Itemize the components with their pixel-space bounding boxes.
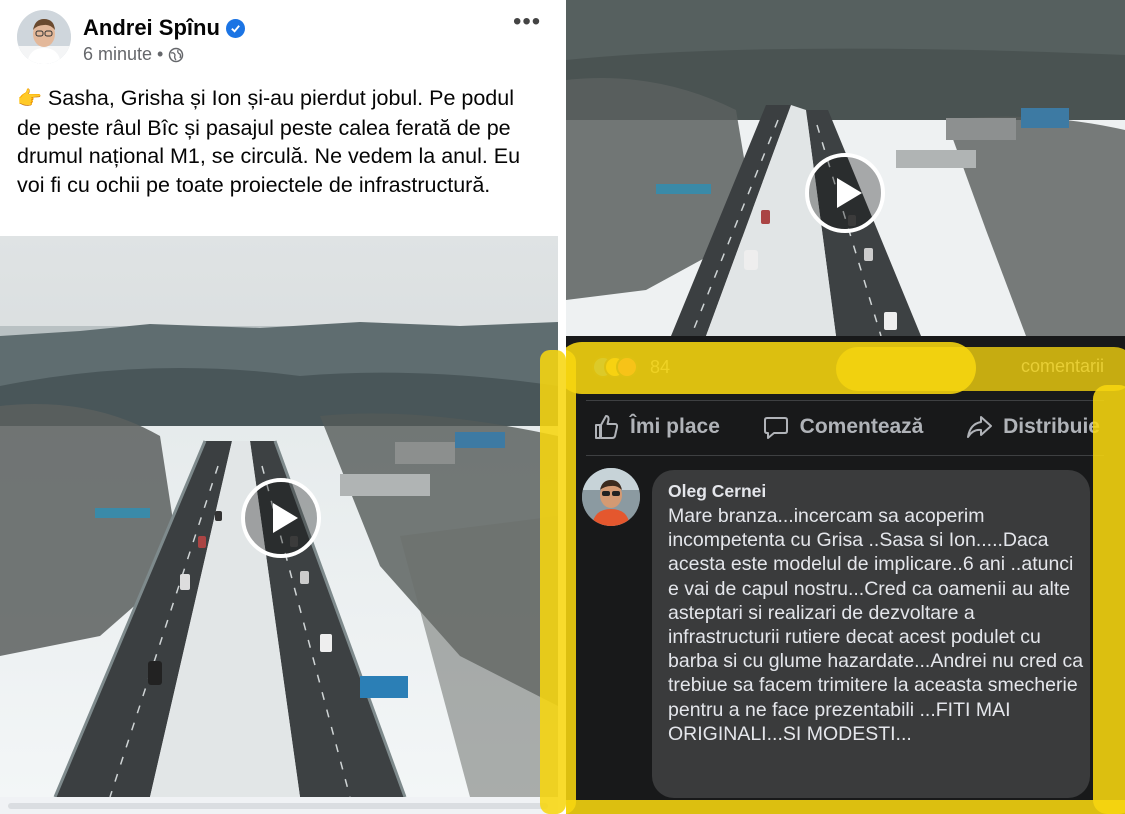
share-label: Distribuie bbox=[1003, 415, 1100, 438]
post-video[interactable] bbox=[0, 236, 558, 797]
comment-text: Mare branza...incercam sa acoperim incom… bbox=[668, 505, 1084, 745]
post-meta: 6 minute • bbox=[83, 44, 184, 65]
pointing-hand-icon: 👉 bbox=[17, 88, 42, 110]
author-avatar[interactable] bbox=[17, 10, 71, 64]
thumbs-up-icon bbox=[595, 415, 619, 439]
post-author[interactable]: Andrei Spînu bbox=[83, 15, 245, 41]
more-options-icon[interactable]: ••• bbox=[513, 8, 541, 36]
share-button[interactable]: Distribuie bbox=[959, 413, 1106, 441]
highlight-stroke-right bbox=[1093, 385, 1125, 814]
meta-separator: • bbox=[157, 44, 164, 64]
footer-divider bbox=[8, 803, 548, 809]
play-button[interactable] bbox=[241, 478, 321, 558]
like-label: Îmi place bbox=[630, 415, 720, 438]
comments-count[interactable]: comentarii bbox=[1021, 356, 1104, 377]
commenter-avatar[interactable] bbox=[582, 468, 640, 526]
play-button-right[interactable] bbox=[805, 153, 885, 233]
verified-badge-icon bbox=[225, 18, 245, 38]
comment-button[interactable]: Comentează bbox=[756, 413, 930, 441]
comment-label: Comentează bbox=[799, 415, 924, 438]
love-reaction-icon bbox=[616, 356, 638, 378]
comment-icon bbox=[763, 417, 788, 439]
reactions-count[interactable]: 84 bbox=[650, 357, 670, 378]
reactions-row[interactable]: 84 comentarii bbox=[592, 352, 1112, 382]
comment-bubble: Oleg Cernei Mare branza...incercam sa ac… bbox=[652, 470, 1090, 798]
highlight-stroke-bottom bbox=[566, 800, 1125, 814]
facebook-post: Andrei Spînu 6 minute • ••• 👉 Sasha, Gri… bbox=[0, 0, 558, 814]
reaction-summary[interactable]: 84 bbox=[592, 356, 670, 378]
dark-post-view: 84 comentarii Îmi place Comentează Distr… bbox=[566, 0, 1125, 814]
post-body: Sasha, Grisha și Ion și-au pierdut jobul… bbox=[17, 86, 521, 197]
actions-divider-top bbox=[586, 400, 1104, 401]
post-actions: Îmi place Comentează Distribuie bbox=[586, 405, 1106, 449]
post-time[interactable]: 6 minute bbox=[83, 44, 152, 65]
panel-gap bbox=[558, 0, 566, 814]
highlight-stroke-left bbox=[566, 350, 576, 814]
share-icon bbox=[967, 416, 993, 438]
commenter-name[interactable]: Oleg Cernei bbox=[668, 481, 1074, 501]
actions-divider-bottom bbox=[586, 455, 1104, 456]
like-button[interactable]: Îmi place bbox=[586, 413, 726, 441]
right-video[interactable] bbox=[566, 0, 1125, 336]
post-footer bbox=[0, 797, 558, 814]
author-name[interactable]: Andrei Spînu bbox=[83, 15, 220, 41]
globe-icon[interactable] bbox=[168, 47, 184, 63]
play-icon bbox=[836, 178, 862, 208]
post-text: 👉 Sasha, Grisha și Ion și-au pierdut job… bbox=[17, 84, 537, 199]
play-icon bbox=[272, 503, 298, 533]
